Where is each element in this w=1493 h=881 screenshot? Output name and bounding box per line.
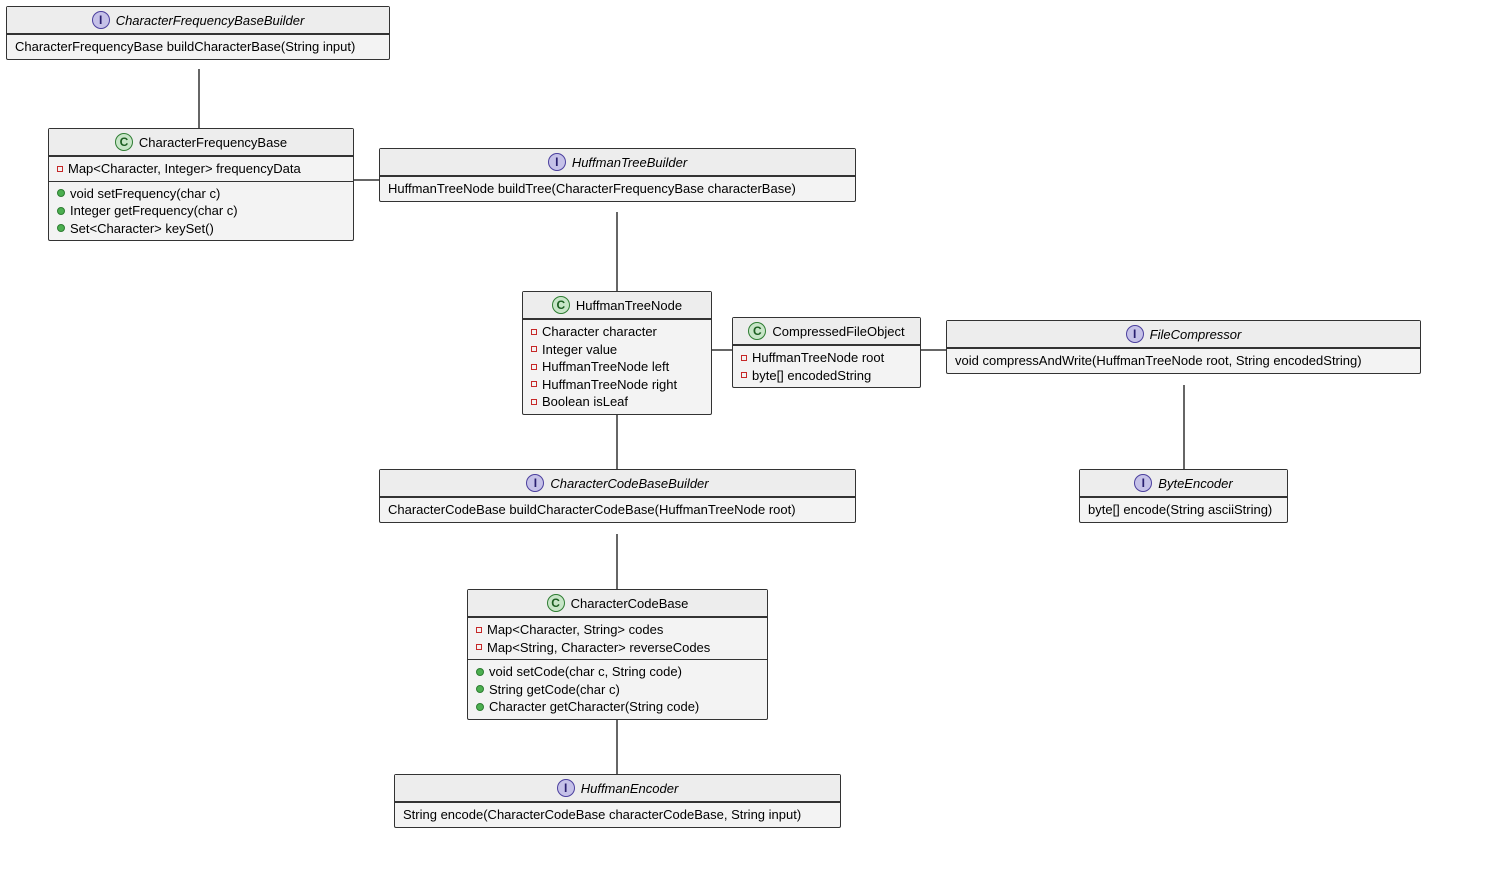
private-icon: [531, 329, 537, 335]
method-row: void compressAndWrite(HuffmanTreeNode ro…: [955, 352, 1412, 370]
class-character-frequency-base: C CharacterFrequencyBase Map<Character, …: [48, 128, 354, 241]
interface-icon: I: [1126, 325, 1144, 343]
methods-section: void setFrequency(char c) Integer getFre…: [49, 181, 353, 241]
public-icon: [57, 224, 65, 232]
interface-icon: I: [557, 779, 575, 797]
members-section: void compressAndWrite(HuffmanTreeNode ro…: [947, 348, 1420, 373]
method-row: String encode(CharacterCodeBase characte…: [403, 806, 832, 824]
class-header: C CompressedFileObject: [733, 318, 920, 345]
field-row: Map<Character, Integer> frequencyData: [57, 160, 345, 178]
method-row: HuffmanTreeNode buildTree(CharacterFrequ…: [388, 180, 847, 198]
field-row: HuffmanTreeNode left: [531, 358, 703, 376]
method-row: Integer getFrequency(char c): [57, 202, 345, 220]
private-icon: [531, 346, 537, 352]
class-name: CharacterFrequencyBase: [139, 135, 287, 150]
class-name: HuffmanTreeBuilder: [572, 155, 687, 170]
field-row: HuffmanTreeNode root: [741, 349, 912, 367]
fields-section: Map<Character, String> codes Map<String,…: [468, 617, 767, 659]
members-section: CharacterCodeBase buildCharacterCodeBase…: [380, 497, 855, 522]
class-icon: C: [552, 296, 570, 314]
fields-section: Map<Character, Integer> frequencyData: [49, 156, 353, 181]
field-row: Map<String, Character> reverseCodes: [476, 639, 759, 657]
class-character-code-base-builder: I CharacterCodeBaseBuilder CharacterCode…: [379, 469, 856, 523]
class-name: HuffmanTreeNode: [576, 298, 682, 313]
class-name: CharacterCodeBase: [571, 596, 689, 611]
public-icon: [57, 207, 65, 215]
class-name: CompressedFileObject: [772, 324, 904, 339]
methods-section: void setCode(char c, String code) String…: [468, 659, 767, 719]
class-header: I HuffmanTreeBuilder: [380, 149, 855, 176]
class-header: I CharacterCodeBaseBuilder: [380, 470, 855, 497]
field-row: HuffmanTreeNode right: [531, 376, 703, 394]
class-header: I ByteEncoder: [1080, 470, 1287, 497]
class-icon: C: [115, 133, 133, 151]
interface-icon: I: [92, 11, 110, 29]
class-header: C CharacterCodeBase: [468, 590, 767, 617]
method-row: Set<Character> keySet(): [57, 220, 345, 238]
class-header: C CharacterFrequencyBase: [49, 129, 353, 156]
class-huffman-tree-node: C HuffmanTreeNode Character character In…: [522, 291, 712, 415]
private-icon: [57, 166, 63, 172]
class-compressed-file-object: C CompressedFileObject HuffmanTreeNode r…: [732, 317, 921, 388]
private-icon: [531, 399, 537, 405]
class-header: I CharacterFrequencyBaseBuilder: [7, 7, 389, 34]
method-row: CharacterCodeBase buildCharacterCodeBase…: [388, 501, 847, 519]
class-name: FileCompressor: [1150, 327, 1242, 342]
field-row: Character character: [531, 323, 703, 341]
public-icon: [57, 189, 65, 197]
class-name: CharacterCodeBaseBuilder: [550, 476, 708, 491]
members-section: CharacterFrequencyBase buildCharacterBas…: [7, 34, 389, 59]
class-name: CharacterFrequencyBaseBuilder: [116, 13, 305, 28]
members-section: HuffmanTreeNode buildTree(CharacterFrequ…: [380, 176, 855, 201]
interface-icon: I: [526, 474, 544, 492]
method-row: CharacterFrequencyBase buildCharacterBas…: [15, 38, 381, 56]
private-icon: [476, 644, 482, 650]
method-row: byte[] encode(String asciiString): [1088, 501, 1279, 519]
method-row: Character getCharacter(String code): [476, 698, 759, 716]
fields-section: HuffmanTreeNode root byte[] encodedStrin…: [733, 345, 920, 387]
members-section: String encode(CharacterCodeBase characte…: [395, 802, 840, 827]
method-row: void setFrequency(char c): [57, 185, 345, 203]
field-row: byte[] encodedString: [741, 367, 912, 385]
private-icon: [531, 381, 537, 387]
public-icon: [476, 703, 484, 711]
interface-icon: I: [1134, 474, 1152, 492]
class-byte-encoder: I ByteEncoder byte[] encode(String ascii…: [1079, 469, 1288, 523]
private-icon: [741, 372, 747, 378]
private-icon: [531, 364, 537, 370]
class-icon: C: [547, 594, 565, 612]
method-row: void setCode(char c, String code): [476, 663, 759, 681]
public-icon: [476, 685, 484, 693]
private-icon: [476, 627, 482, 633]
field-row: Map<Character, String> codes: [476, 621, 759, 639]
fields-section: Character character Integer value Huffma…: [523, 319, 711, 414]
class-character-code-base: C CharacterCodeBase Map<Character, Strin…: [467, 589, 768, 720]
field-row: Boolean isLeaf: [531, 393, 703, 411]
class-header: C HuffmanTreeNode: [523, 292, 711, 319]
class-huffman-tree-builder: I HuffmanTreeBuilder HuffmanTreeNode bui…: [379, 148, 856, 202]
class-name: ByteEncoder: [1158, 476, 1232, 491]
class-header: I HuffmanEncoder: [395, 775, 840, 802]
class-file-compressor: I FileCompressor void compressAndWrite(H…: [946, 320, 1421, 374]
members-section: byte[] encode(String asciiString): [1080, 497, 1287, 522]
method-row: String getCode(char c): [476, 681, 759, 699]
class-icon: C: [748, 322, 766, 340]
public-icon: [476, 668, 484, 676]
class-huffman-encoder: I HuffmanEncoder String encode(Character…: [394, 774, 841, 828]
private-icon: [741, 355, 747, 361]
class-character-frequency-base-builder: I CharacterFrequencyBaseBuilder Characte…: [6, 6, 390, 60]
interface-icon: I: [548, 153, 566, 171]
class-header: I FileCompressor: [947, 321, 1420, 348]
class-name: HuffmanEncoder: [581, 781, 679, 796]
field-row: Integer value: [531, 341, 703, 359]
